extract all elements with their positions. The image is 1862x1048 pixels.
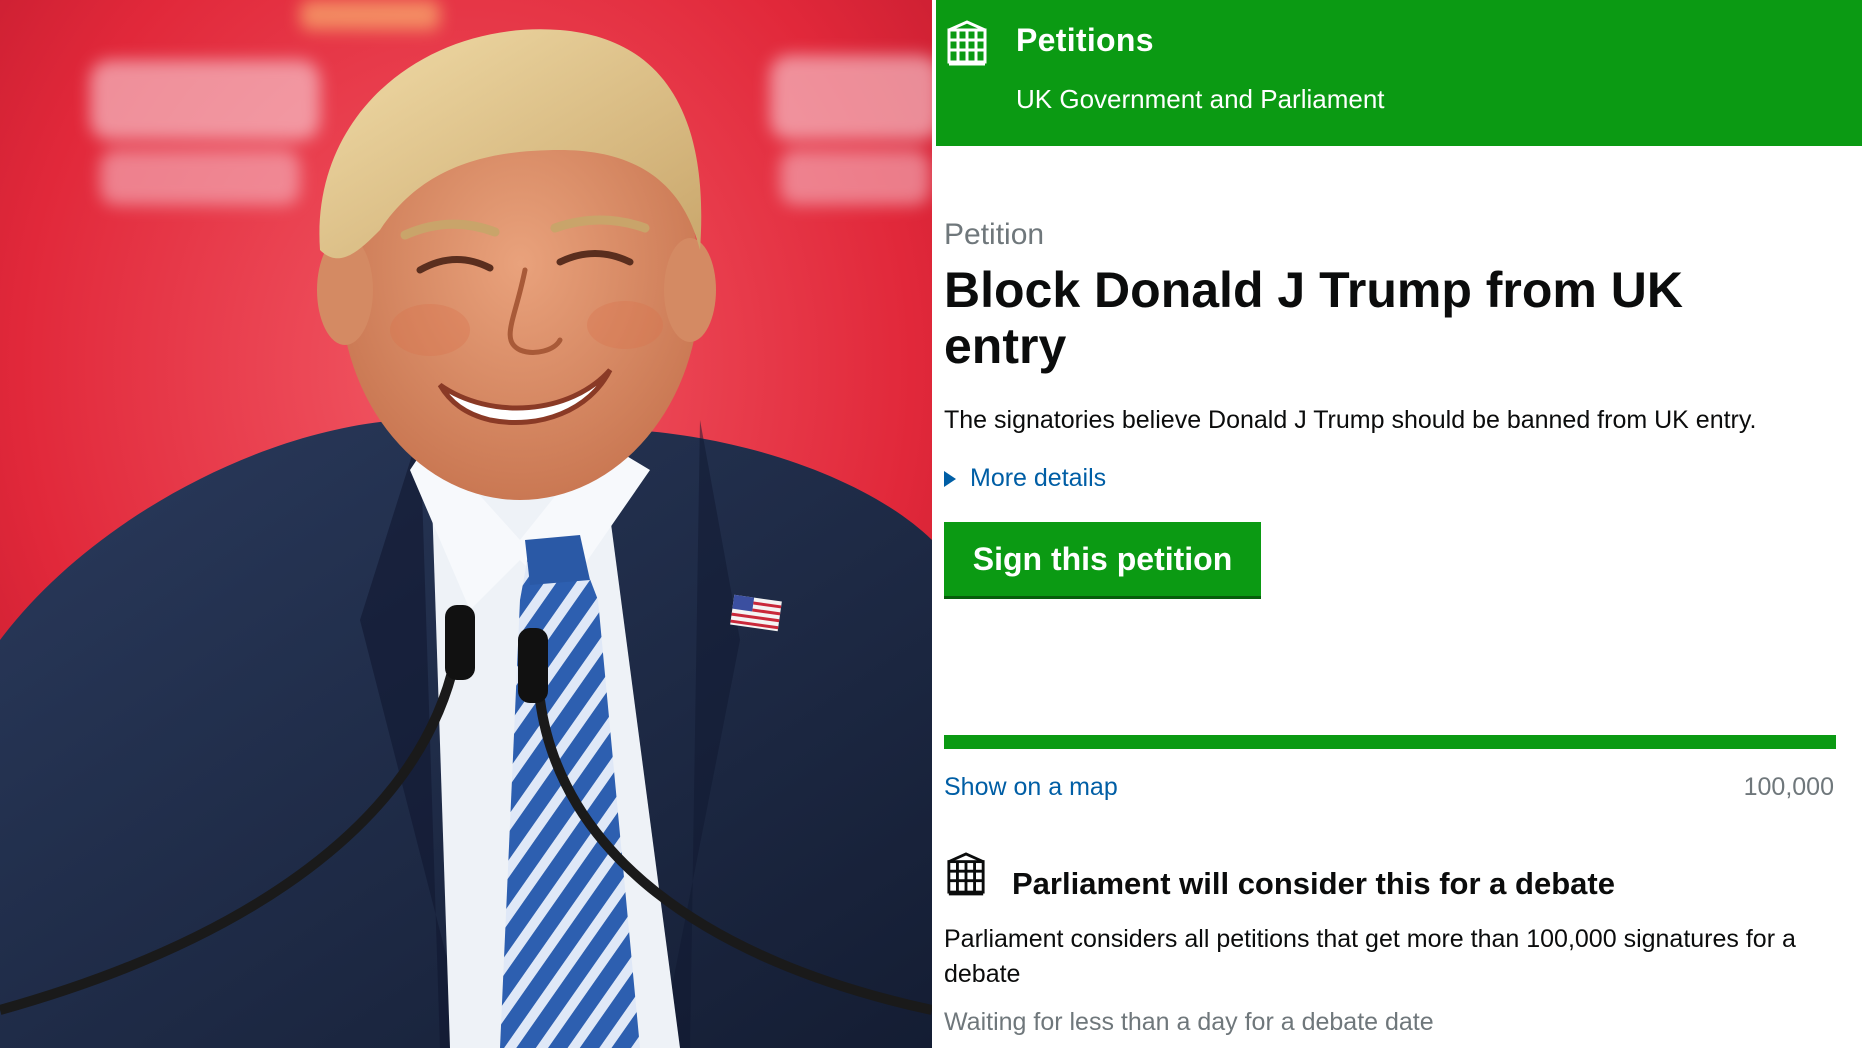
speaker-photo — [0, 0, 932, 1048]
portcullis-icon — [946, 852, 986, 901]
site-brand[interactable]: Petitions — [1016, 22, 1154, 59]
petition-page: Petitions UK Government and Parliament P… — [932, 0, 1862, 1048]
petition-summary: The signatories believe Donald J Trump s… — [944, 406, 1757, 434]
show-on-map-link[interactable]: Show on a map — [944, 773, 1118, 802]
signature-target: 100,000 — [1743, 773, 1834, 801]
site-header: Petitions UK Government and Parliament — [936, 0, 1862, 146]
debate-heading: Parliament will consider this for a deba… — [1012, 866, 1615, 901]
sign-petition-button[interactable]: Sign this petition — [944, 522, 1261, 596]
debate-description: Parliament considers all petitions that … — [944, 925, 1796, 988]
signature-progress-fill — [944, 735, 1836, 749]
portcullis-icon — [946, 20, 988, 71]
debate-status: Waiting for less than a day for a debate… — [944, 1008, 1434, 1036]
composite-image: Petitions UK Government and Parliament P… — [0, 0, 1862, 1048]
disclosure-triangle-icon — [944, 470, 956, 487]
petition-title: Block Donald J Trump from UK entry — [944, 262, 1683, 374]
more-details-label: More details — [970, 464, 1107, 492]
signature-progress-bar — [944, 735, 1836, 749]
petition-eyebrow: Petition — [944, 218, 1045, 251]
more-details-toggle[interactable]: More details — [944, 464, 1106, 493]
site-subbrand: UK Government and Parliament — [1016, 84, 1385, 114]
